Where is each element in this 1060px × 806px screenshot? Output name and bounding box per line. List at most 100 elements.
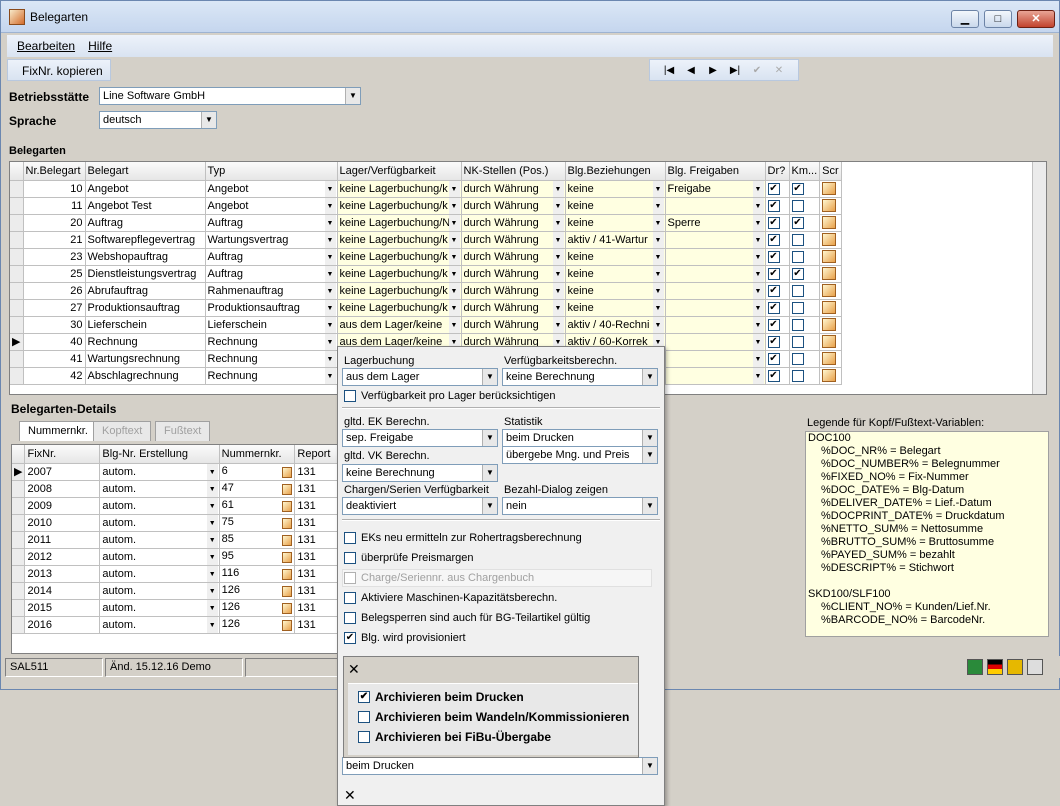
- col-header[interactable]: Lager/Verfügbarkeit: [337, 162, 462, 181]
- cell-nummernkreis[interactable]: 126: [219, 599, 296, 617]
- language-select[interactable]: deutsch ▼: [99, 111, 217, 129]
- cell-scr[interactable]: [819, 197, 843, 215]
- cell-nk[interactable]: durch Währung: [461, 197, 566, 215]
- cell-frei[interactable]: [665, 282, 766, 300]
- cell-scr[interactable]: [819, 180, 843, 198]
- cell-nr[interactable]: 30: [23, 316, 86, 334]
- cell-nummernkreis[interactable]: 126: [219, 582, 296, 600]
- cell-fixnr[interactable]: 2008: [24, 480, 101, 498]
- cell-bez[interactable]: keine: [565, 197, 666, 215]
- cell-frei[interactable]: [665, 333, 766, 351]
- cell-erstellung[interactable]: autom.: [99, 480, 220, 498]
- cell-scr[interactable]: [819, 231, 843, 249]
- cell-fixnr[interactable]: 2015: [24, 599, 101, 617]
- cell-frei[interactable]: [665, 248, 766, 266]
- tab-nummernkreis[interactable]: Nummernkr.: [19, 421, 97, 441]
- cell-nk[interactable]: durch Währung: [461, 180, 566, 198]
- table-row[interactable]: 2016autom.126131: [12, 616, 350, 634]
- cell-nk[interactable]: durch Währung: [461, 282, 566, 300]
- cell-fixnr[interactable]: 2011: [24, 531, 101, 549]
- popup-option-checkbox[interactable]: Aktiviere Maschinen-Kapazitätsberechn.: [344, 592, 557, 604]
- cell-scr[interactable]: [819, 248, 843, 266]
- cell-dr[interactable]: ✔: [765, 180, 790, 198]
- cell-erstellung[interactable]: autom.: [99, 582, 220, 600]
- cell-nummernkreis[interactable]: 116: [219, 565, 296, 583]
- archive-option-checkbox[interactable]: Archivieren bei FiBu-Übergabe: [358, 730, 551, 744]
- cell-scr[interactable]: [819, 350, 843, 368]
- cell-scr[interactable]: [819, 333, 843, 351]
- table-row[interactable]: 20AuftragAuftragkeine Lagerbuchung/Ndurc…: [10, 214, 843, 232]
- cell-belegart[interactable]: Abrufauftrag: [85, 282, 206, 300]
- cell-frei[interactable]: [665, 316, 766, 334]
- archive-option-checkbox[interactable]: Archivieren beim Wandeln/Kommissionieren: [358, 710, 629, 724]
- cell-nummernkreis[interactable]: 95: [219, 548, 296, 566]
- cell-dr[interactable]: ✔: [765, 367, 790, 385]
- cell-erstellung[interactable]: autom.: [99, 514, 220, 532]
- col-header[interactable]: Nr.Belegart: [23, 162, 86, 181]
- cell-frei[interactable]: [665, 299, 766, 317]
- archive-option-checkbox[interactable]: ✔ Archivieren beim Drucken: [358, 690, 524, 704]
- cell-km[interactable]: ✔: [789, 265, 821, 283]
- cell-km[interactable]: [789, 197, 821, 215]
- cell-scr[interactable]: [819, 214, 843, 232]
- tab-kopftext[interactable]: Kopftext: [93, 421, 152, 441]
- popup-option-checkbox[interactable]: ✔ Blg. wird provisioniert: [344, 632, 466, 644]
- cell-nr[interactable]: 41: [23, 350, 86, 368]
- cell-dr[interactable]: ✔: [765, 265, 790, 283]
- col-header[interactable]: Scr: [819, 162, 843, 181]
- cell-nummernkreis[interactable]: 47: [219, 480, 296, 498]
- nav-prev-icon[interactable]: ◀: [684, 65, 698, 76]
- col-header[interactable]: NK-Stellen (Pos.): [461, 162, 566, 181]
- table-row[interactable]: 26AbrufauftragRahmenauftragkeine Lagerbu…: [10, 282, 843, 300]
- cell-km[interactable]: [789, 299, 821, 317]
- cell-bez[interactable]: keine: [565, 180, 666, 198]
- close-button[interactable]: ✕: [1017, 10, 1055, 28]
- cell-erstellung[interactable]: autom.: [99, 599, 220, 617]
- cell-typ[interactable]: Produktionsauftrag: [205, 299, 338, 317]
- cell-bez[interactable]: keine: [565, 265, 666, 283]
- cell-erstellung[interactable]: autom.: [99, 463, 220, 481]
- col-header[interactable]: Dr?: [765, 162, 790, 181]
- nav-cancel-icon[interactable]: ✕: [772, 65, 786, 76]
- cell-fixnr[interactable]: 2010: [24, 514, 101, 532]
- cell-typ[interactable]: Lieferschein: [205, 316, 338, 334]
- nav-confirm-icon[interactable]: ✔: [750, 65, 764, 76]
- ek-select[interactable]: sep. Freigabe ▼: [342, 429, 498, 447]
- popup-close-icon[interactable]: ✕: [344, 787, 356, 804]
- table-row[interactable]: 10AngebotAngebotkeine Lagerbuchung/kdurc…: [10, 180, 843, 198]
- cell-lager[interactable]: keine Lagerbuchung/k: [337, 197, 462, 215]
- cell-belegart[interactable]: Angebot: [85, 180, 206, 198]
- cell-lager[interactable]: keine Lagerbuchung/k: [337, 231, 462, 249]
- table-row[interactable]: 2013autom.116131: [12, 565, 350, 583]
- menu-bearbeiten[interactable]: Bearbeiten: [17, 39, 75, 53]
- cell-nr[interactable]: 26: [23, 282, 86, 300]
- cell-nr[interactable]: 10: [23, 180, 86, 198]
- bottom-select[interactable]: beim Drucken ▼: [342, 757, 658, 775]
- cell-scr[interactable]: [819, 316, 843, 334]
- cell-scr[interactable]: [819, 367, 843, 385]
- cell-nr[interactable]: 27: [23, 299, 86, 317]
- cell-nummernkreis[interactable]: 75: [219, 514, 296, 532]
- lagerbuchung-select[interactable]: aus dem Lager ▼: [342, 368, 498, 386]
- verfuegbarkeit-select[interactable]: keine Berechnung ▼: [502, 368, 658, 386]
- cell-lager[interactable]: keine Lagerbuchung/k: [337, 299, 462, 317]
- nav-first-icon[interactable]: |◀: [662, 65, 676, 76]
- cell-typ[interactable]: Angebot: [205, 180, 338, 198]
- cell-frei[interactable]: Freigabe: [665, 180, 766, 198]
- cell-nk[interactable]: durch Währung: [461, 316, 566, 334]
- table-row[interactable]: 21SoftwarepflegevertragWartungsvertragke…: [10, 231, 843, 249]
- lock-icon[interactable]: [1007, 659, 1023, 675]
- cell-nr[interactable]: 21: [23, 231, 86, 249]
- cell-dr[interactable]: ✔: [765, 231, 790, 249]
- cell-nk[interactable]: durch Währung: [461, 214, 566, 232]
- popup-option-checkbox[interactable]: Belegsperren sind auch für BG-Teilartike…: [344, 612, 590, 624]
- print-icon[interactable]: [1027, 659, 1043, 675]
- cell-bez[interactable]: keine: [565, 299, 666, 317]
- cell-typ[interactable]: Auftrag: [205, 248, 338, 266]
- archive-close-icon[interactable]: ✕: [348, 661, 360, 678]
- table-row[interactable]: 30LieferscheinLieferscheinaus dem Lager/…: [10, 316, 843, 334]
- cell-belegart[interactable]: Rechnung: [85, 333, 206, 351]
- cell-bez[interactable]: keine: [565, 214, 666, 232]
- cell-typ[interactable]: Rahmenauftrag: [205, 282, 338, 300]
- cell-lager[interactable]: keine Lagerbuchung/k: [337, 282, 462, 300]
